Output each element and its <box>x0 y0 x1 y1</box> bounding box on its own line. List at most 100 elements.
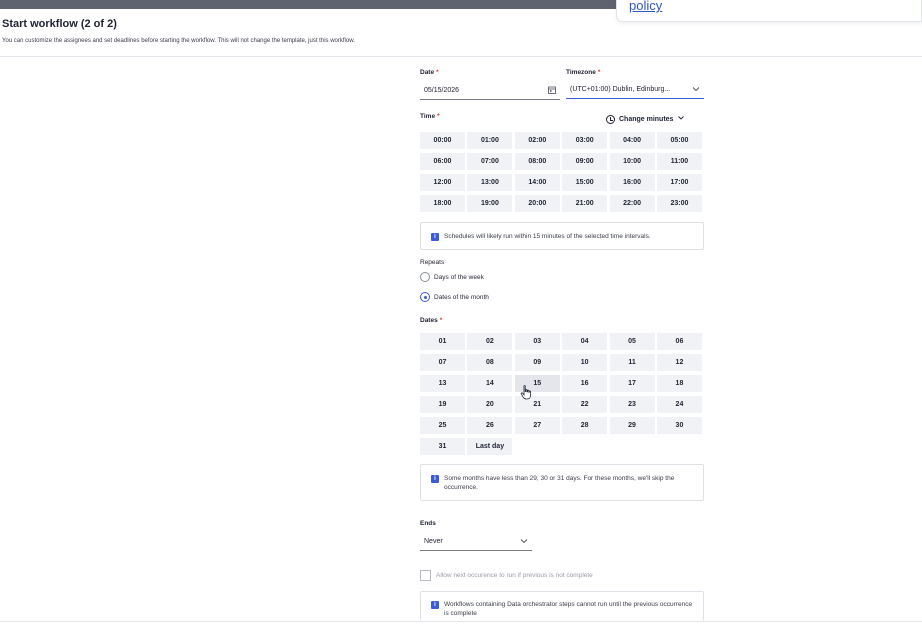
chevron-down-icon <box>692 85 700 95</box>
radio-label: Days of the week <box>434 273 484 281</box>
time-label: Time * <box>420 113 440 120</box>
radio-circle[interactable] <box>420 292 430 302</box>
time-slot-12-00[interactable]: 12:00 <box>420 174 465 191</box>
date-cell-26[interactable]: 26 <box>467 417 513 434</box>
date-cell-04[interactable]: 04 <box>562 333 608 350</box>
date-cell-last-day[interactable]: Last day <box>467 438 513 455</box>
date-cell-05[interactable]: 05 <box>609 333 655 350</box>
time-slot-23-00[interactable]: 23:00 <box>656 195 702 212</box>
time-slot-07-00[interactable]: 07:00 <box>467 153 513 170</box>
timezone-select[interactable]: (UTC+01:00) Dublin, Edinburg... <box>566 82 704 99</box>
page-description: You can customize the assignees and set … <box>2 38 355 44</box>
repeats-label: Repeats <box>420 259 445 266</box>
time-slot-08-00[interactable]: 08:00 <box>514 153 560 170</box>
info-icon: i <box>431 233 439 241</box>
date-cell-20[interactable]: 20 <box>467 396 513 413</box>
timezone-value: (UTC+01:00) Dublin, Edinburg... <box>570 86 671 93</box>
time-slot-09-00[interactable]: 09:00 <box>562 153 608 170</box>
policy-link[interactable]: policy <box>629 0 662 13</box>
ends-label: Ends <box>420 520 436 527</box>
change-minutes-button[interactable]: Change minutes <box>606 114 685 124</box>
hand-cursor-icon <box>520 385 531 400</box>
date-cell-19[interactable]: 19 <box>420 396 465 413</box>
date-cell-09[interactable]: 09 <box>514 354 560 371</box>
date-cell-13[interactable]: 13 <box>420 375 465 392</box>
date-cell-08[interactable]: 08 <box>467 354 513 371</box>
time-slot-03-00[interactable]: 03:00 <box>562 132 608 149</box>
info-icon: i <box>431 601 439 609</box>
allow-next-checkbox[interactable] <box>420 570 431 581</box>
orchestrator-note-text: Workflows containing Data orchestrator s… <box>444 601 693 617</box>
date-value: 05/15/2026 <box>424 87 460 94</box>
time-slot-11-00[interactable]: 11:00 <box>656 153 702 170</box>
date-cell-22[interactable]: 22 <box>562 396 608 413</box>
radio-label: Dates of the month <box>434 293 489 301</box>
date-cell-10[interactable]: 10 <box>562 354 608 371</box>
months-note: i Some months have less than 29, 30 or 3… <box>420 464 704 501</box>
time-slot-04-00[interactable]: 04:00 <box>609 132 655 149</box>
time-slot-13-00[interactable]: 13:00 <box>467 174 513 191</box>
date-field[interactable]: 05/15/2026 <box>420 83 560 100</box>
orchestrator-note: i Workflows containing Data orchestrator… <box>420 591 704 621</box>
time-slot-01-00[interactable]: 01:00 <box>467 132 513 149</box>
time-slot-14-00[interactable]: 14:00 <box>514 174 560 191</box>
clock-icon <box>606 114 615 124</box>
page-title: Start workflow (2 of 2) <box>2 18 117 30</box>
date-cell-14[interactable]: 14 <box>467 375 513 392</box>
date-cell-23[interactable]: 23 <box>609 396 655 413</box>
time-slot-22-00[interactable]: 22:00 <box>609 195 655 212</box>
radio-days-of-week[interactable]: Days of the week <box>420 272 484 282</box>
time-slot-20-00[interactable]: 20:00 <box>514 195 560 212</box>
time-grid: 00:00 01:00 02:00 03:00 04:00 05:00 06:00 07:00… <box>420 132 702 212</box>
ends-select[interactable]: Never <box>420 534 532 551</box>
info-icon: i <box>431 475 439 483</box>
date-cell-30[interactable]: 30 <box>656 417 702 434</box>
date-cell-12[interactable]: 12 <box>656 354 702 371</box>
date-cell-31[interactable]: 31 <box>420 438 465 455</box>
date-cell-18[interactable]: 18 <box>656 375 702 392</box>
date-cell-24[interactable]: 24 <box>656 396 702 413</box>
date-cell-11[interactable]: 11 <box>609 354 655 371</box>
policy-popover: policy <box>616 0 922 22</box>
time-slot-10-00[interactable]: 10:00 <box>609 153 655 170</box>
date-cell-27[interactable]: 27 <box>514 417 560 434</box>
chevron-down-icon <box>677 114 685 124</box>
header-divider <box>0 56 922 57</box>
time-slot-15-00[interactable]: 15:00 <box>562 174 608 191</box>
allow-next-occurrence[interactable]: Allow next occurence to run if previous … <box>420 570 593 581</box>
date-cell-16[interactable]: 16 <box>562 375 608 392</box>
ends-value: Never <box>424 538 443 545</box>
dates-label: Dates * <box>420 317 443 324</box>
time-slot-00-00[interactable]: 00:00 <box>420 132 465 149</box>
time-slot-18-00[interactable]: 18:00 <box>420 195 465 212</box>
time-slot-19-00[interactable]: 19:00 <box>467 195 513 212</box>
schedule-note-text: Schedules will likely run within 15 minu… <box>444 233 651 240</box>
dates-grid: 01 02 03 04 05 06 07 08 09 10 11 12 13 14 15 16 17 18 19 20… <box>420 333 702 455</box>
date-cell-03[interactable]: 03 <box>514 333 560 350</box>
date-cell-07[interactable]: 07 <box>420 354 465 371</box>
time-slot-17-00[interactable]: 17:00 <box>656 174 702 191</box>
time-slot-16-00[interactable]: 16:00 <box>609 174 655 191</box>
date-cell-02[interactable]: 02 <box>467 333 513 350</box>
time-slot-02-00[interactable]: 02:00 <box>514 132 560 149</box>
time-slot-06-00[interactable]: 06:00 <box>420 153 465 170</box>
date-cell-06[interactable]: 06 <box>656 333 702 350</box>
radio-dates-of-month[interactable]: Dates of the month <box>420 292 489 302</box>
date-cell-01[interactable]: 01 <box>420 333 465 350</box>
date-cell-28[interactable]: 28 <box>562 417 608 434</box>
bottom-divider <box>0 621 922 622</box>
date-cell-17[interactable]: 17 <box>609 375 655 392</box>
time-slot-21-00[interactable]: 21:00 <box>562 195 608 212</box>
date-cell-29[interactable]: 29 <box>609 417 655 434</box>
date-cell-25[interactable]: 25 <box>420 417 465 434</box>
allow-next-label: Allow next occurence to run if previous … <box>436 572 593 579</box>
schedule-note: i Schedules will likely run within 15 mi… <box>420 222 704 250</box>
chevron-down-icon <box>520 537 528 547</box>
months-note-text: Some months have less than 29, 30 or 31 … <box>444 475 675 491</box>
date-label: Date * <box>420 69 439 76</box>
radio-circle[interactable] <box>420 272 430 282</box>
change-minutes-label: Change minutes <box>619 115 674 123</box>
timezone-label: Timezone * <box>566 69 601 76</box>
calendar-icon[interactable] <box>548 86 556 96</box>
time-slot-05-00[interactable]: 05:00 <box>656 132 702 149</box>
